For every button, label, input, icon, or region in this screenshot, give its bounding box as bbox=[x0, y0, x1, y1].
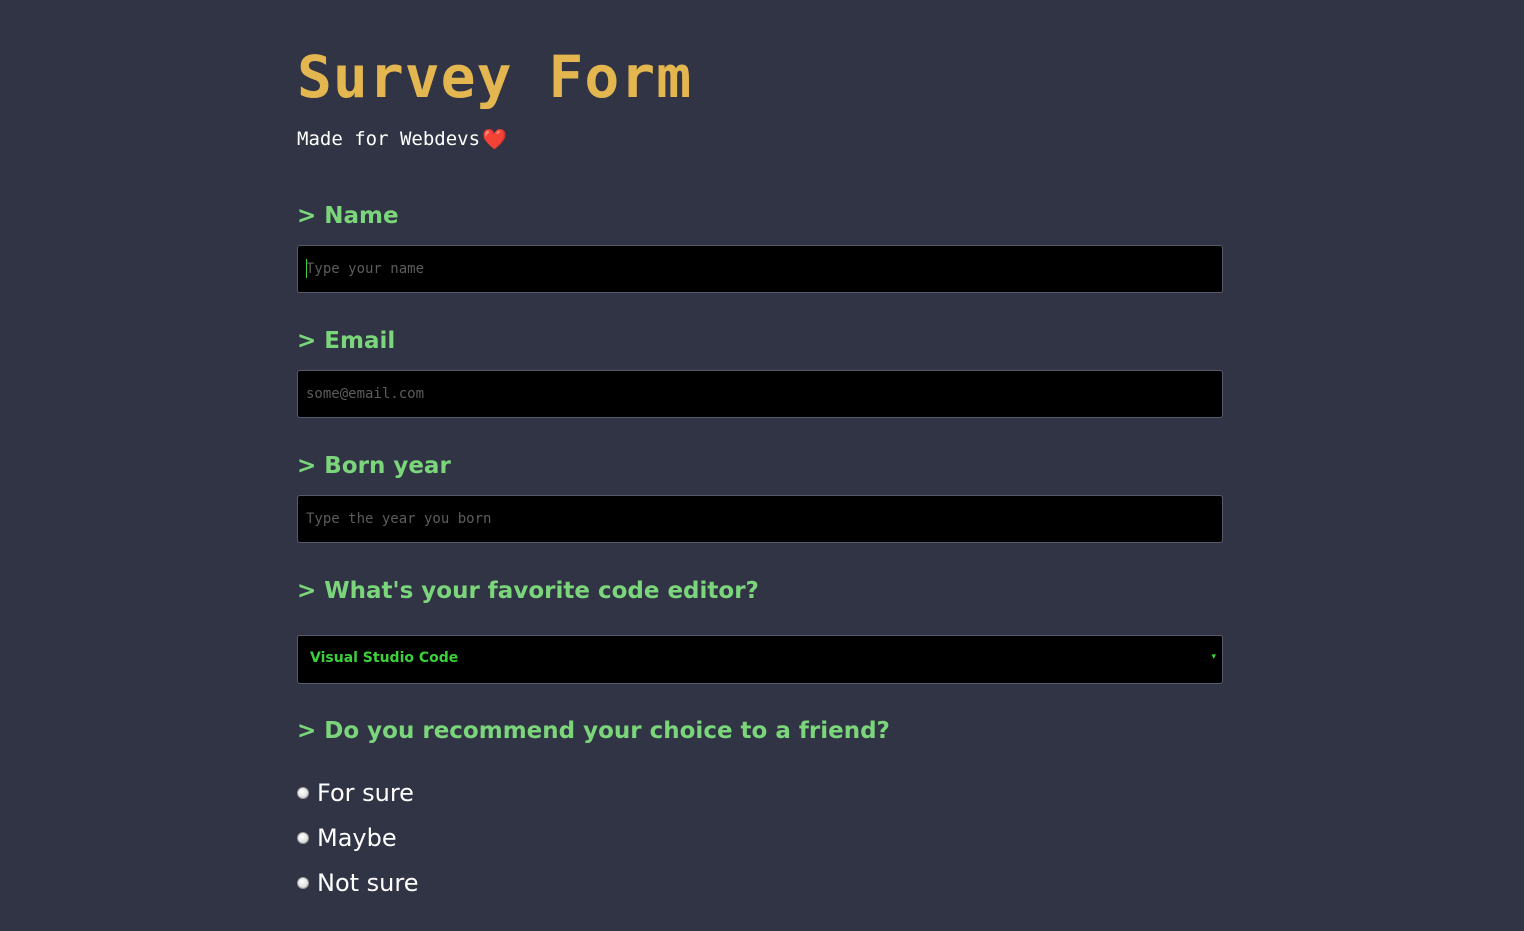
editor-label-text: What's your favorite code editor? bbox=[324, 578, 759, 604]
radio-option-for-sure[interactable]: For sure bbox=[297, 778, 414, 808]
born-year-input[interactable] bbox=[297, 495, 1223, 543]
email-label: > Email bbox=[297, 326, 395, 356]
radio-label[interactable]: Not sure bbox=[317, 869, 419, 897]
editor-select-value: Visual Studio Code bbox=[310, 650, 459, 666]
radio-option-maybe[interactable]: Maybe bbox=[297, 823, 397, 853]
subtitle-text: Made for Webdevs bbox=[297, 128, 481, 150]
name-input[interactable] bbox=[297, 245, 1223, 293]
recommend-label-text: Do you recommend your choice to a friend… bbox=[324, 718, 890, 744]
radio-label[interactable]: For sure bbox=[317, 779, 414, 807]
name-label-text: Name bbox=[324, 203, 399, 229]
born-year-label-text: Born year bbox=[324, 453, 451, 479]
text-cursor bbox=[306, 259, 307, 278]
radio-label[interactable]: Maybe bbox=[317, 824, 397, 852]
radio-button[interactable] bbox=[297, 877, 309, 889]
radio-button[interactable] bbox=[297, 832, 309, 844]
chevron-right-icon: > bbox=[297, 578, 317, 604]
name-field-wrap bbox=[297, 245, 1223, 293]
chevron-down-icon: ▾ bbox=[1211, 652, 1216, 662]
editor-select[interactable]: Visual Studio Code ▾ bbox=[297, 635, 1223, 684]
name-label: > Name bbox=[297, 201, 399, 231]
editor-label: > What's your favorite code editor? bbox=[297, 576, 759, 606]
chevron-right-icon: > bbox=[297, 453, 317, 479]
heart-icon: ❤️ bbox=[482, 127, 507, 151]
email-input[interactable] bbox=[297, 370, 1223, 418]
radio-option-not-sure[interactable]: Not sure bbox=[297, 868, 419, 898]
born-year-label: > Born year bbox=[297, 451, 451, 481]
chevron-right-icon: > bbox=[297, 328, 317, 354]
page-subtitle: Made for Webdevs ❤️ bbox=[297, 126, 507, 152]
page-title: Survey Form bbox=[297, 43, 693, 111]
chevron-right-icon: > bbox=[297, 718, 317, 744]
recommend-label: > Do you recommend your choice to a frien… bbox=[297, 716, 890, 746]
radio-button[interactable] bbox=[297, 787, 309, 799]
chevron-right-icon: > bbox=[297, 203, 317, 229]
email-label-text: Email bbox=[324, 328, 396, 354]
